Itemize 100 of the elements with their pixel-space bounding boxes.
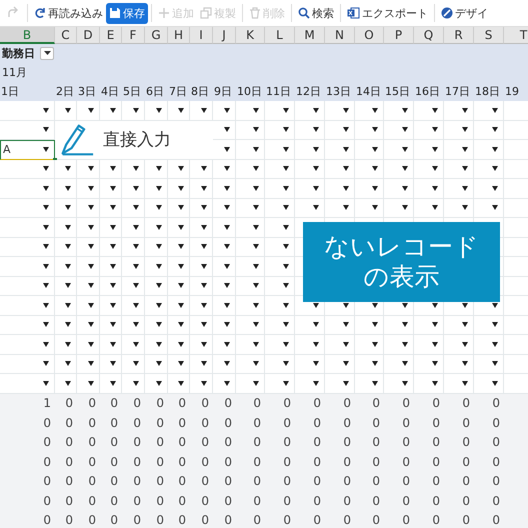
toolbar-button[interactable]: 検索 xyxy=(295,2,337,24)
count-cell-text: 0 xyxy=(312,414,322,432)
count-cell-text: 0 xyxy=(371,414,381,432)
date-header: 2日 xyxy=(56,84,74,99)
column-header[interactable]: T xyxy=(504,27,528,44)
column-header[interactable]: B xyxy=(0,27,55,44)
column-header[interactable]: P xyxy=(384,27,414,44)
count-cell-text: 0 xyxy=(109,512,119,528)
column-header[interactable]: G xyxy=(145,27,168,44)
count-cell-text: 0 xyxy=(491,395,501,412)
count-cell-text: 0 xyxy=(64,473,74,490)
date-header: 18日 xyxy=(475,84,500,99)
column-header[interactable]: R xyxy=(444,27,474,44)
count-cell-text: 0 xyxy=(42,492,52,510)
count-cell-text: 0 xyxy=(342,434,352,452)
count-cell-text: 0 xyxy=(223,454,233,471)
count-cell-text: 0 xyxy=(223,492,233,510)
count-cell-text: 0 xyxy=(282,414,292,432)
count-cell-text: 0 xyxy=(282,512,292,528)
count-cell-text: 0 xyxy=(64,434,74,452)
column-header[interactable]: D xyxy=(77,27,100,44)
count-cell-text: 0 xyxy=(132,512,142,528)
column-header[interactable]: E xyxy=(100,27,122,44)
count-cell-text: 0 xyxy=(461,434,471,452)
count-cell-text: 0 xyxy=(177,492,187,510)
column-header[interactable]: S xyxy=(474,27,504,44)
count-cell-text: 0 xyxy=(87,414,97,432)
count-cell-text: 0 xyxy=(155,395,165,412)
column-header[interactable]: O xyxy=(355,27,384,44)
count-cell-text: 0 xyxy=(132,473,142,490)
count-cell-text: 0 xyxy=(312,492,322,510)
count-cell-text: 0 xyxy=(200,434,210,452)
column-header[interactable]: C xyxy=(55,27,77,44)
column-header[interactable]: F xyxy=(122,27,145,44)
count-cell-text: 0 xyxy=(132,395,142,412)
count-cell-text: 0 xyxy=(42,454,52,471)
count-cell-text: 0 xyxy=(42,473,52,490)
date-header: 9日 xyxy=(214,84,232,99)
date-header: 13日 xyxy=(326,84,351,99)
count-cell-text: 0 xyxy=(87,395,97,412)
toolbar-button[interactable]: 再読み込み xyxy=(31,2,106,24)
count-cell-text: 0 xyxy=(109,454,119,471)
date-header: 3日 xyxy=(78,84,96,99)
count-cell-text: 0 xyxy=(252,434,262,452)
count-cell-text: 0 xyxy=(282,395,292,412)
count-cell-text: 0 xyxy=(155,492,165,510)
count-cell-text: 0 xyxy=(342,414,352,432)
count-cell-text: 0 xyxy=(42,434,52,452)
count-cell-text: 0 xyxy=(64,454,74,471)
selected-cell[interactable]: A xyxy=(0,140,55,160)
count-cell-text: 0 xyxy=(491,434,501,452)
count-cell-text: 0 xyxy=(42,414,52,432)
column-header[interactable]: N xyxy=(325,27,355,44)
date-header: 17日 xyxy=(445,84,470,99)
count-cell-text: 0 xyxy=(401,414,411,432)
column-header[interactable]: H xyxy=(168,27,190,44)
callout-text: 直接入力 xyxy=(103,129,171,151)
count-cell-text: 0 xyxy=(64,414,74,432)
count-cell-text: 0 xyxy=(87,454,97,471)
count-cell-text: 1 xyxy=(42,395,52,412)
column-header[interactable]: K xyxy=(236,27,265,44)
count-cell-text: 0 xyxy=(132,454,142,471)
month-label: 11月 xyxy=(2,65,27,80)
count-cell-text: 0 xyxy=(132,434,142,452)
count-cell-text: 0 xyxy=(491,492,501,510)
count-cell-text: 0 xyxy=(342,454,352,471)
callout-line: ないレコード xyxy=(324,232,479,262)
column-header[interactable]: Q xyxy=(414,27,444,44)
count-cell-text: 0 xyxy=(109,473,119,490)
count-cell-text: 0 xyxy=(342,512,352,528)
column-header[interactable]: M xyxy=(295,27,325,44)
count-cell-text: 0 xyxy=(177,414,187,432)
count-cell-text: 0 xyxy=(342,395,352,412)
count-cell-text: 0 xyxy=(155,434,165,452)
count-cell-text: 0 xyxy=(200,395,210,412)
count-cell-text: 0 xyxy=(200,414,210,432)
count-cell-text: 0 xyxy=(282,434,292,452)
count-cell-text: 0 xyxy=(401,512,411,528)
count-cell-text: 0 xyxy=(312,512,322,528)
count-cell-text: 0 xyxy=(200,492,210,510)
column-header[interactable]: L xyxy=(265,27,295,44)
toolbar-button[interactable]: 保存 xyxy=(106,2,148,24)
count-cell-text: 0 xyxy=(223,395,233,412)
count-cell-text: 0 xyxy=(177,395,187,412)
column-header[interactable]: I xyxy=(190,27,213,44)
count-cell-text: 0 xyxy=(87,512,97,528)
toolbar-button[interactable]: エクスポート xyxy=(344,2,431,24)
count-cell-text: 0 xyxy=(401,434,411,452)
date-header: 11日 xyxy=(266,84,291,99)
count-cell-text: 0 xyxy=(371,473,381,490)
count-cell-text: 0 xyxy=(342,473,352,490)
count-cell-text: 0 xyxy=(431,395,441,412)
column-header[interactable]: J xyxy=(213,27,236,44)
callout-line: の表示 xyxy=(364,262,440,292)
date-header: 7日 xyxy=(169,84,187,99)
count-cell-text: 0 xyxy=(491,512,501,528)
count-cell-text: 0 xyxy=(132,414,142,432)
count-cell-text: 0 xyxy=(177,473,187,490)
count-cell-text: 0 xyxy=(64,512,74,528)
toolbar-button[interactable]: デザイ xyxy=(438,2,491,24)
